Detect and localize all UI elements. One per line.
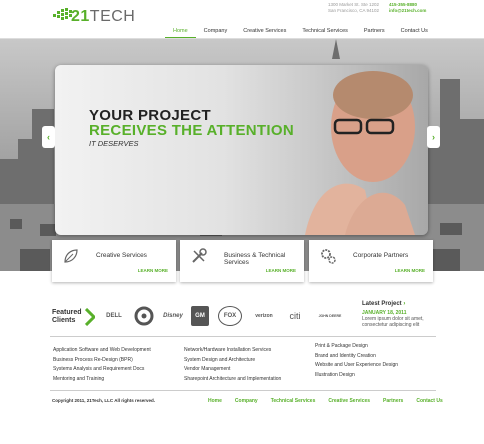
service-title: Creative Services xyxy=(96,252,147,259)
footer-nav-company[interactable]: Company xyxy=(235,398,258,404)
client-logo-dell[interactable]: DELL xyxy=(100,306,128,326)
slider-prev-button[interactable]: ‹ xyxy=(42,126,55,148)
nav-contact-us[interactable]: Contact Us xyxy=(393,26,436,38)
learn-more-link[interactable]: LEARN MORE xyxy=(138,268,168,273)
footer-column-creative: Print & Package Design Brand and Identit… xyxy=(315,342,398,380)
address: 1300 Market St. Ste 1202 San Francisco, … xyxy=(328,2,388,14)
nav-technical-services[interactable]: Technical Services xyxy=(294,26,356,38)
divider xyxy=(50,336,436,337)
logo[interactable]: 21TECH xyxy=(53,6,135,28)
gears-icon xyxy=(321,249,336,264)
nav-partners[interactable]: Partners xyxy=(356,26,393,38)
contact-info: 415-355-8880 info@21tech.com xyxy=(389,2,439,14)
footer-nav-partners[interactable]: Partners xyxy=(383,398,403,404)
nav-home[interactable]: Home xyxy=(165,26,196,38)
tools-icon xyxy=(192,248,207,263)
service-box-technical[interactable]: Business & Technical Services LEARN MORE xyxy=(180,240,304,282)
man-portrait-image xyxy=(305,71,415,235)
footer-link[interactable]: Print & Package Design xyxy=(315,342,398,352)
email-link[interactable]: info@21tech.com xyxy=(389,8,439,14)
target-logo-icon[interactable] xyxy=(134,306,154,326)
footer-link[interactable]: Application Software and Web Development xyxy=(53,346,151,356)
footer-nav: Home Company Technical Services Creative… xyxy=(208,398,456,404)
service-title: Business & Technical Services xyxy=(224,252,286,266)
footer-nav-contact-us[interactable]: Contact Us xyxy=(416,398,442,404)
footer-link[interactable]: Sharepoint Architecture and Implementati… xyxy=(184,375,281,385)
footer-link[interactable]: Mentoring and Training xyxy=(53,375,151,385)
copyright-text: Copyright 2011, 21Tech, LLC All rights r… xyxy=(52,398,156,403)
service-box-partners[interactable]: Corporate Partners LEARN MORE xyxy=(309,240,433,282)
latest-project-title[interactable]: Latest Project › xyxy=(362,301,442,307)
logo-text: 21TECH xyxy=(71,8,136,25)
learn-more-link[interactable]: LEARN MORE xyxy=(395,268,425,273)
footer-link[interactable]: Brand and Identity Creation xyxy=(315,352,398,362)
chevron-right-icon: › xyxy=(432,132,435,142)
client-logo-fox[interactable]: FOX xyxy=(218,306,242,326)
hero-headline-3: IT DESERVES xyxy=(89,139,139,148)
hero-banner: YOUR PROJECT RECEIVES THE ATTENTION IT D… xyxy=(0,39,484,271)
site-header: 21TECH 1300 Market St. Ste 1202 San Fran… xyxy=(0,0,484,38)
hero-headline-2: RECEIVES THE ATTENTION xyxy=(89,122,294,139)
nav-creative-services[interactable]: Creative Services xyxy=(235,26,294,38)
footer-nav-technical-services[interactable]: Technical Services xyxy=(271,398,316,404)
client-logo-citi[interactable]: citi xyxy=(283,306,307,326)
learn-more-link[interactable]: LEARN MORE xyxy=(266,268,296,273)
chevron-left-icon: ‹ xyxy=(47,132,50,142)
footer-column-business: Application Software and Web Development… xyxy=(53,346,151,384)
latest-project: Latest Project › JANUARY 18, 2011 Lorem … xyxy=(362,301,442,328)
client-logo-gm[interactable]: GM xyxy=(191,306,209,326)
service-box-creative[interactable]: Creative Services LEARN MORE xyxy=(52,240,176,282)
nav-company[interactable]: Company xyxy=(196,26,236,38)
leaf-icon xyxy=(64,249,78,263)
footer-column-technical: Network/Hardware Installation Services S… xyxy=(184,346,281,384)
footer-link[interactable]: Business Process Re-Design (BPR) xyxy=(53,356,151,366)
footer-link[interactable]: Systems Analysis and Requirement Docs xyxy=(53,365,151,375)
footer-nav-creative-services[interactable]: Creative Services xyxy=(328,398,370,404)
client-logo-verizon[interactable]: verizon xyxy=(250,306,278,326)
chevron-right-icon xyxy=(85,308,95,326)
logo-mark-icon xyxy=(53,8,72,20)
main-nav: Home Company Creative Services Technical… xyxy=(165,26,436,38)
address-line-2: San Francisco, CA 94102 xyxy=(328,8,380,13)
service-title: Corporate Partners xyxy=(353,252,409,259)
latest-project-text: Lorem ipsum dolor sit amet, consectetur … xyxy=(362,316,424,328)
client-logo-disney[interactable]: Disney xyxy=(160,306,186,326)
hero-slide: YOUR PROJECT RECEIVES THE ATTENTION IT D… xyxy=(55,65,428,235)
featured-clients-label: Featured Clients xyxy=(52,309,82,324)
client-logo-john-deere[interactable]: JOHN DEERE xyxy=(315,306,345,326)
footer-nav-home[interactable]: Home xyxy=(208,398,222,404)
footer-link[interactable]: Vendor Management xyxy=(184,365,281,375)
footer-link[interactable]: Illustration Design xyxy=(315,371,398,381)
footer-link[interactable]: Website and User Experience Design xyxy=(315,361,398,371)
footer-link[interactable]: Network/Hardware Installation Services xyxy=(184,346,281,356)
divider xyxy=(50,390,436,391)
slider-next-button[interactable]: › xyxy=(427,126,440,148)
footer-link[interactable]: System Design and Architecture xyxy=(184,356,281,366)
